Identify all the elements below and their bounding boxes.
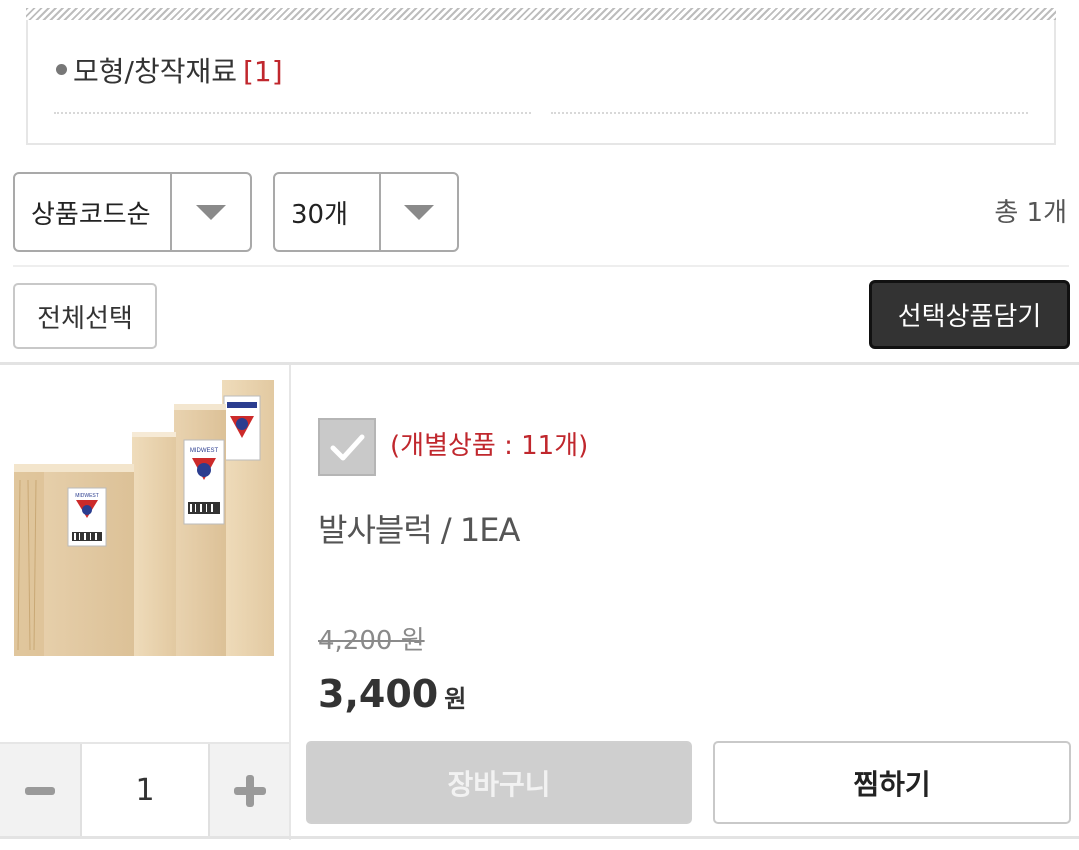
- price-value: 3,400: [318, 672, 439, 716]
- product-image[interactable]: MIDWEST MIDWEST: [14, 380, 274, 656]
- brand-label: MIDWEST: [75, 493, 99, 499]
- checkmark-icon: [330, 434, 365, 461]
- sort-select-toggle[interactable]: [170, 174, 250, 250]
- quantity-input[interactable]: 1: [80, 744, 210, 837]
- increase-button[interactable]: [210, 744, 289, 837]
- product-checkbox[interactable]: [318, 418, 376, 476]
- count-select-toggle[interactable]: [379, 174, 457, 250]
- select-all-button[interactable]: 전체선택: [13, 283, 157, 349]
- category-divider: [54, 112, 531, 114]
- column-divider: [289, 365, 291, 840]
- sort-select-value: 상품코드순: [31, 199, 151, 230]
- category-name: 모형/창작재료: [73, 55, 237, 88]
- bullet-icon: [56, 63, 67, 75]
- category-box-top-border: [26, 8, 1056, 20]
- count-select-value: 30개: [291, 199, 349, 230]
- balsa-blocks-illustration: MIDWEST MIDWEST: [14, 380, 274, 656]
- total-count: 총 1개: [994, 198, 1067, 228]
- minus-icon: [25, 786, 55, 795]
- category-divider: [551, 112, 1028, 114]
- add-selected-button[interactable]: 선택상품담기: [869, 280, 1070, 349]
- divider: [0, 836, 1079, 839]
- brand-label: MIDWEST: [190, 448, 219, 454]
- decrease-button[interactable]: [0, 744, 80, 837]
- individual-count: (개별상품 : 11개): [390, 431, 589, 461]
- add-to-cart-button[interactable]: 장바구니: [306, 741, 692, 824]
- count-select[interactable]: 30개: [273, 172, 459, 252]
- category-count: [1]: [243, 55, 283, 88]
- price-currency: 원: [444, 685, 467, 713]
- chevron-down-icon: [196, 204, 227, 220]
- category-link[interactable]: 모형/창작재료 [1]: [56, 50, 283, 94]
- divider: [0, 362, 1079, 365]
- product-name[interactable]: 발사블럭 / 1EA: [318, 505, 520, 551]
- divider: [13, 265, 1069, 267]
- chevron-down-icon: [404, 204, 435, 220]
- original-price: 4,200 원: [318, 626, 425, 656]
- plus-icon: [233, 774, 266, 807]
- wishlist-button[interactable]: 찜하기: [713, 741, 1071, 824]
- sort-select[interactable]: 상품코드순: [13, 172, 252, 252]
- sale-price: 3,400 원: [318, 672, 466, 716]
